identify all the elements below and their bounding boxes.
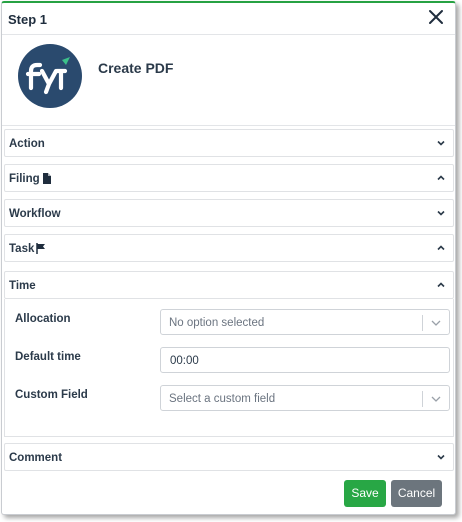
dialog-header: Step 1	[2, 3, 455, 35]
create-pdf-dialog: Step 1 Create PDF Action Filing Workflow…	[1, 1, 456, 515]
select-divider	[422, 315, 423, 331]
chevron-up-icon	[437, 175, 445, 181]
chevron-down-icon	[437, 454, 445, 460]
allocation-select[interactable]: No option selected	[160, 309, 450, 335]
chevron-up-icon	[437, 245, 445, 251]
section-filing-label: Filing	[9, 173, 40, 185]
document-icon	[43, 173, 51, 184]
section-workflow[interactable]: Workflow	[4, 199, 454, 227]
flag-icon	[36, 243, 45, 254]
section-comment-label: Comment	[9, 452, 63, 464]
chevron-down-icon	[437, 140, 445, 146]
select-divider	[422, 391, 423, 407]
section-action[interactable]: Action	[4, 129, 454, 157]
section-time-label: Time	[9, 280, 36, 292]
default-time-value: 00:00	[170, 355, 199, 367]
time-section-body: Allocation No option selected Default ti…	[4, 299, 454, 437]
chevron-down-icon	[437, 210, 445, 216]
custom-field-placeholder: Select a custom field	[169, 393, 276, 405]
cancel-button[interactable]: Cancel	[391, 480, 442, 507]
default-time-label: Default time	[15, 351, 81, 363]
section-task-label: Task	[9, 243, 35, 255]
default-time-input[interactable]: 00:00	[160, 347, 450, 373]
section-time[interactable]: Time	[4, 271, 454, 299]
section-comment[interactable]: Comment	[4, 443, 454, 471]
section-filing[interactable]: Filing	[4, 164, 454, 192]
section-workflow-label: Workflow	[9, 208, 61, 220]
step-name: Create PDF	[98, 60, 174, 76]
step-hero: Create PDF	[2, 36, 455, 126]
chevron-up-icon	[437, 282, 445, 288]
dialog-title: Step 1	[8, 12, 48, 27]
chevron-down-icon	[431, 396, 441, 402]
allocation-placeholder: No option selected	[169, 317, 265, 329]
custom-field-label: Custom Field	[15, 389, 88, 401]
section-action-label: Action	[9, 138, 45, 150]
fyi-logo	[18, 44, 82, 108]
custom-field-select[interactable]: Select a custom field	[160, 385, 450, 411]
section-task[interactable]: Task	[4, 234, 454, 262]
chevron-down-icon	[431, 320, 441, 326]
close-icon[interactable]	[427, 8, 445, 26]
allocation-label: Allocation	[15, 313, 71, 325]
save-button[interactable]: Save	[344, 480, 386, 507]
